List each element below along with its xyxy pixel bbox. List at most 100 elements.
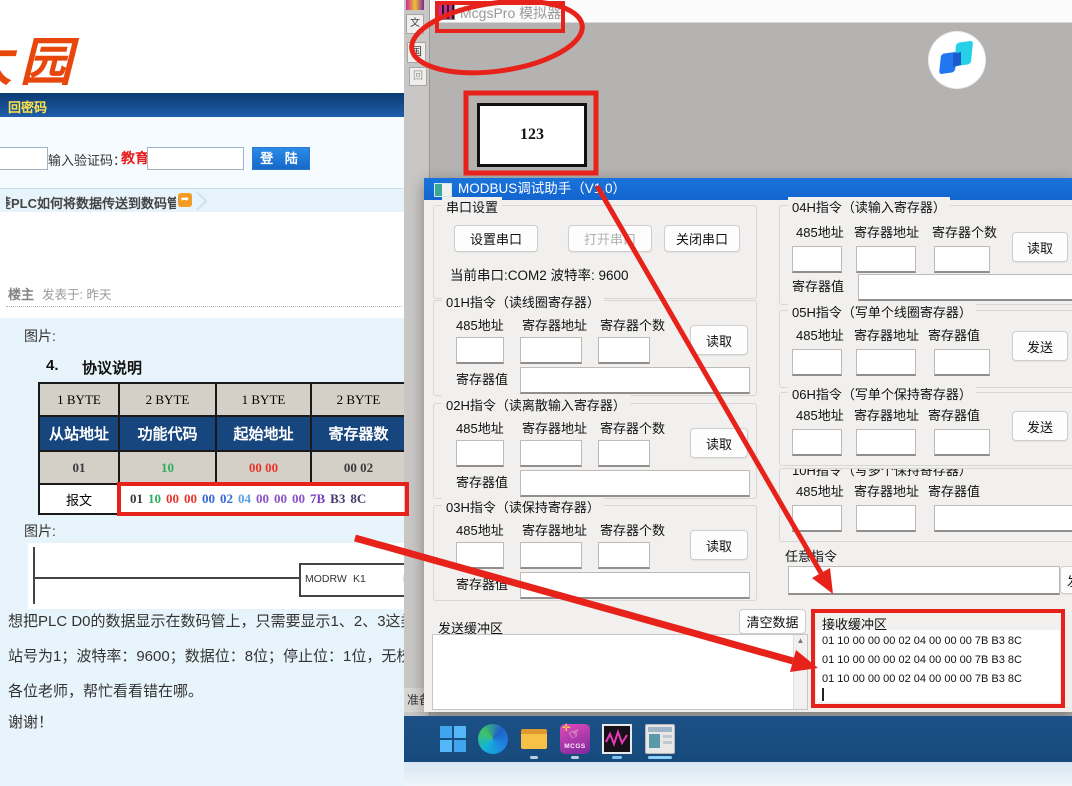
group-06h: 06H指令（写单个保持寄存器） 485地址 寄存器地址 寄存器值 发送 <box>779 392 1072 466</box>
captcha-label: 输入验证码： <box>48 150 126 169</box>
table-row: 01 10 00 00 00 02 <box>39 451 406 484</box>
image-label-2: 图片: <box>24 521 56 541</box>
reg-value-input[interactable] <box>520 367 750 394</box>
scroll-up-icon[interactable]: ▲ <box>794 635 807 647</box>
send-buffer-textarea[interactable]: ▲ <box>432 634 808 710</box>
section-title: 协议说明 <box>82 357 142 378</box>
reg-addr-input[interactable] <box>856 349 916 376</box>
reg-count-input[interactable] <box>598 440 650 467</box>
toolbar-button-window[interactable]: 国 <box>407 42 426 63</box>
login-button[interactable]: 登 陆 <box>252 147 310 170</box>
captcha-field[interactable] <box>147 147 244 170</box>
reg-value-input[interactable] <box>934 349 990 376</box>
running-indicator <box>530 756 538 759</box>
reg-addr-input[interactable] <box>856 246 916 273</box>
start-button[interactable] <box>438 724 468 754</box>
group-03h: 03H指令（读保持寄存器） 485地址 寄存器地址 寄存器个数 读取 寄存器值 <box>433 505 757 601</box>
addr-label: 485地址 <box>456 418 504 437</box>
modbus-titlebar[interactable]: MODBUS调试助手（V1.0） <box>424 178 1072 200</box>
thread-title[interactable]: 菱PLC如何将数据传送到数码管上 <box>6 193 176 210</box>
any-command-input[interactable] <box>788 566 1060 595</box>
reg-addr-input[interactable] <box>856 429 916 456</box>
addr-input[interactable] <box>792 246 842 273</box>
addr-input[interactable] <box>456 440 504 467</box>
send-button[interactable]: 发送 <box>1012 411 1068 441</box>
waveform-glyph <box>604 726 630 752</box>
mcgspro-simulator-icon[interactable] <box>602 724 632 754</box>
recv-buffer-textarea[interactable]: 01 10 00 00 00 02 04 00 00 00 7B B3 8C 0… <box>816 630 1060 702</box>
read-button[interactable]: 读取 <box>690 428 748 458</box>
protocol-table: 1 BYTE 2 BYTE 1 BYTE 2 BYTE 从站地址 功能代码 起始… <box>38 382 407 515</box>
message-bytes-cell: 011000000002040000007BB38C <box>119 484 406 514</box>
reg-addr-label: 寄存器地址 <box>854 222 919 241</box>
any-send-button[interactable]: 发 <box>1060 566 1072 594</box>
addr-input[interactable] <box>792 505 842 532</box>
mcgspro-corner-icon <box>406 0 424 10</box>
thread-title-strip: 菱PLC如何将数据传送到数码管上 ➦ <box>0 188 408 212</box>
addr-input[interactable] <box>792 349 842 376</box>
find-password-link[interactable]: 回密码 <box>8 97 47 116</box>
share-icon[interactable]: ➦ <box>178 193 192 207</box>
addr-label: 485地址 <box>456 315 504 334</box>
wallpaper-strip <box>404 762 1072 786</box>
reg-count-input[interactable] <box>598 542 650 569</box>
reg-addr-input[interactable] <box>520 337 582 364</box>
screen: 大园 回密码 输入验证码： 教育 登 陆 菱PLC如何将数据传送到数码管上 ➦ … <box>0 0 1072 786</box>
ladder-operand1: K1 <box>353 573 366 585</box>
mcgs-icon-hand: ☞ <box>566 724 583 743</box>
read-button[interactable]: 读取 <box>690 530 748 560</box>
reg-count-label: 寄存器个数 <box>600 315 665 334</box>
close-serial-button[interactable]: 关闭串口 <box>664 225 740 252</box>
file-explorer-icon[interactable] <box>519 724 549 754</box>
serial-status-text: 当前串口:COM2 波特率: 9600 <box>450 264 629 284</box>
reg-value-input[interactable] <box>934 429 990 456</box>
reg-addr-label: 寄存器地址 <box>522 418 587 437</box>
send-button[interactable]: 发送 <box>1012 331 1068 361</box>
reg-addr-input[interactable] <box>520 440 582 467</box>
group-04h: 04H指令（读输入寄存器） 485地址 寄存器地址 寄存器个数 读取 寄存器值 <box>779 205 1072 305</box>
edge-browser-icon[interactable] <box>478 724 508 754</box>
reg-value-input[interactable] <box>520 572 750 599</box>
reg-value-label: 寄存器值 <box>456 369 508 388</box>
mcgs-app-icon[interactable]: ✛ ☞ MCGS <box>560 724 590 754</box>
clear-data-button[interactable]: 清空数据 <box>739 609 806 634</box>
post-content: 图片: 4. 协议说明 1 BYTE 2 BYTE 1 BYTE 2 BYTE … <box>0 318 408 786</box>
reg-addr-input[interactable] <box>520 542 582 569</box>
captcha-code-text: 教育 <box>121 148 149 168</box>
reg-count-input[interactable] <box>934 246 990 273</box>
start-icon <box>440 726 452 738</box>
addr-input[interactable] <box>456 337 504 364</box>
modbus-tool-icon[interactable] <box>645 724 675 754</box>
reg-value-label: 寄存器值 <box>792 276 844 295</box>
reg-value-input[interactable] <box>520 470 750 497</box>
group-title: 03H指令（读保持寄存器） <box>442 497 604 516</box>
addr-input[interactable] <box>792 429 842 456</box>
addr-input[interactable] <box>456 542 504 569</box>
recv-line: 01 10 00 00 00 02 04 00 00 00 7B B3 8C <box>822 670 1060 689</box>
open-serial-button[interactable]: 打开串口 <box>568 225 652 252</box>
taskbar: ✛ ☞ MCGS <box>404 716 1072 762</box>
reg-count-label: 寄存器个数 <box>932 222 997 241</box>
read-button[interactable]: 读取 <box>690 325 748 355</box>
reg-addr-label: 寄存器地址 <box>854 325 919 344</box>
reg-value-input[interactable] <box>858 274 1072 301</box>
reg-count-input[interactable] <box>598 337 650 364</box>
post-paragraph: 谢谢！ <box>8 711 408 732</box>
username-field[interactable] <box>0 147 48 170</box>
reg-value-label: 寄存器值 <box>928 481 980 500</box>
reg-addr-input[interactable] <box>856 505 916 532</box>
set-serial-button[interactable]: 设置串口 <box>454 225 538 252</box>
group-01h: 01H指令（读线圈寄存器） 485地址 寄存器地址 寄存器个数 读取 寄存器值 <box>433 300 757 396</box>
running-indicator <box>612 756 622 759</box>
active-indicator <box>648 756 672 759</box>
mcgspro-titlebar[interactable]: McgsPro 模拟器 <box>430 0 1072 23</box>
send-buffer-scrollbar[interactable]: ▲ <box>793 635 807 709</box>
read-button[interactable]: 读取 <box>1012 232 1068 262</box>
section-number: 4. <box>46 357 59 374</box>
group-title: 06H指令（写单个保持寄存器） <box>788 384 976 403</box>
post-divider <box>6 296 402 307</box>
group-serial: 串口设置 设置串口 打开串口 关闭串口 当前串口:COM2 波特率: 9600 <box>433 205 757 299</box>
reg-values-input[interactable] <box>934 505 1072 532</box>
toolbar-button-file[interactable]: 文 <box>406 14 424 34</box>
toolbar-button-grid[interactable]: 回 <box>409 67 427 86</box>
